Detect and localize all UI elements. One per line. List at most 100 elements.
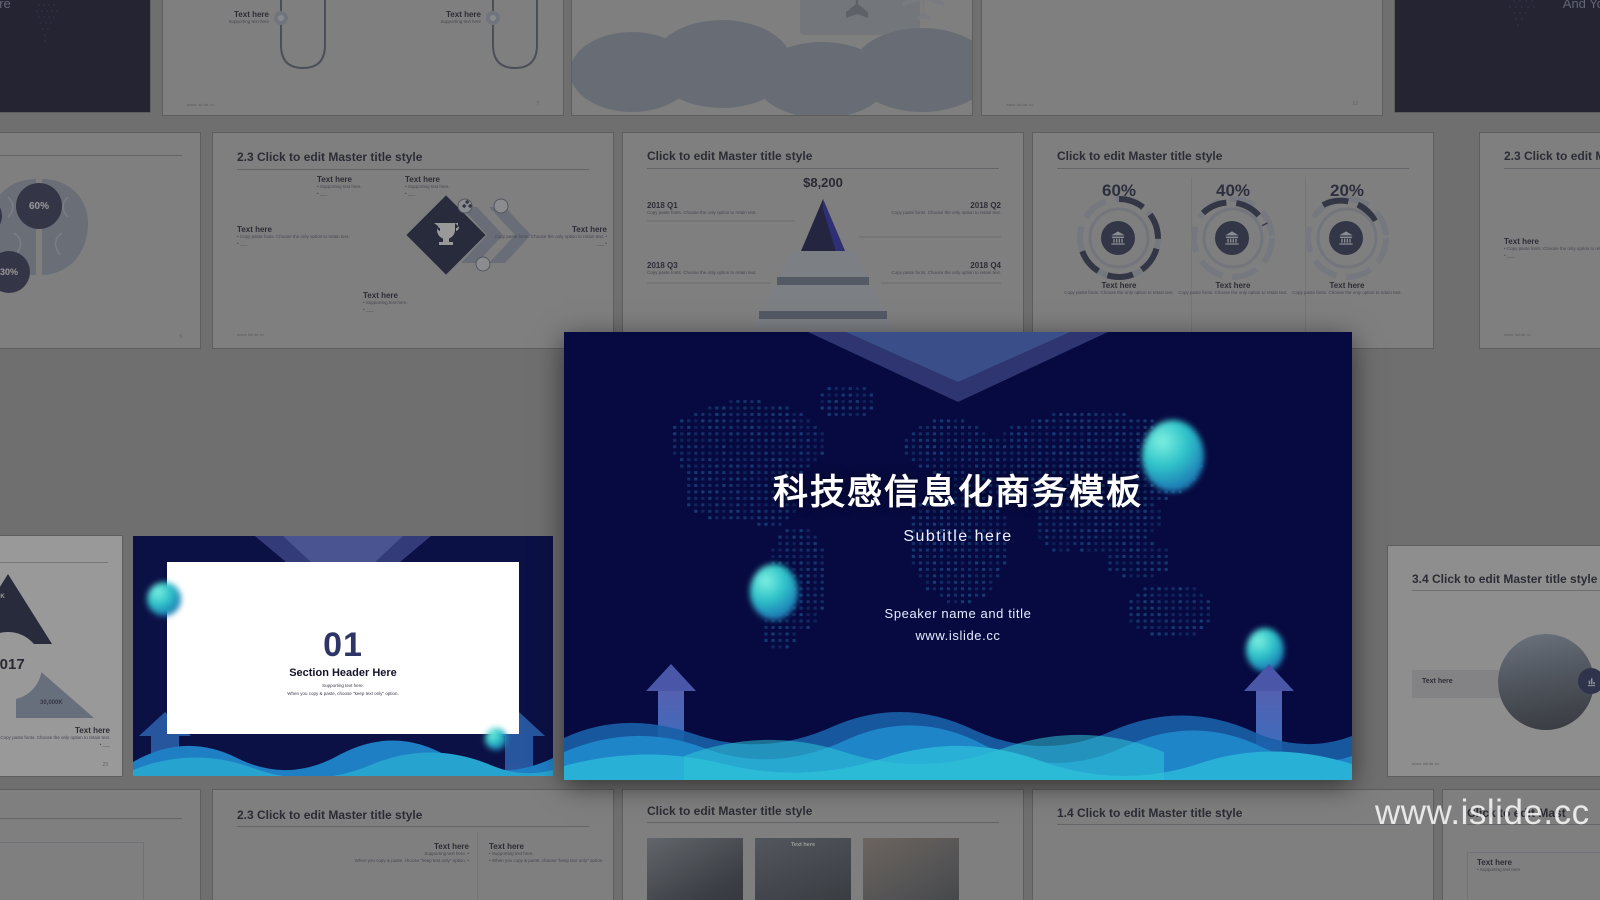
triangle-support: Copy paste fonts. Choose the only option… [0,735,110,742]
quad-support-dash: • ___ [405,191,501,198]
thumbnail-triangle-2017[interactable]: 60,000K 2017 30,000K Text here Copy past… [0,536,122,776]
decor-orb [485,728,507,750]
brain-percent-bubble: 60% [16,183,62,229]
bottom-right-support: • Supporting text here [1477,867,1600,874]
thumbnail-process[interactable]: www.islide.cc 12 [982,0,1382,115]
thumbnail-bottom-photos[interactable]: Click to edit Master title style Text he… [623,790,1023,900]
triangle-label: Text here [0,726,110,735]
watermark: www.islide.cc [1375,793,1590,833]
quad-support: • Supporting text here. [363,300,473,307]
thumbnail-page-number: 7 [536,101,539,107]
col-bullet: When you copy & paste, choose "keep text… [323,858,469,865]
pyramid-quarter-label: 2018 Q3 [647,261,767,270]
slide-url: www.islide.cc [564,628,1352,643]
thumbnail-page-number: 12 [1352,101,1358,107]
thumbnail-brain[interactable]: 40% 60% 30% Text here 6 [0,133,200,348]
donut-label: Text here [1291,281,1403,290]
quad-support: • Supporting text here. [405,184,501,191]
block-support-dash: • ___ [1504,253,1600,260]
block-title: Text here [1504,237,1600,246]
donut-label: Text here [1063,281,1175,290]
bottom-left-label: Text here [0,848,84,857]
timeline-item-support: Supporting text here [393,19,481,26]
donut-support: Copy paste fonts. Choose the only option… [1063,290,1175,297]
thumbnail-page-number: 6 [179,334,182,340]
decor-orb [147,582,181,616]
col-bullet: Supporting text here. • [323,851,469,858]
triangle-right-value: 30,000K [40,700,63,706]
thumbnail-donuts[interactable]: Click to edit Master title style 60% 40%… [1033,133,1433,348]
thumbnail-bottom-people[interactable]: 1.4 Click to edit Master title style [1033,790,1433,900]
triangle-support-dash: • ___ [0,742,110,749]
thumbnail-diamond-arrow[interactable]: 2.3 Click to edit Master title style Tex… [213,133,613,348]
quad-title: Text here [405,175,501,184]
thumbnail-photo-circle[interactable]: 3.4 Click to edit Master title style Tex… [1388,546,1600,776]
thumbnail-top-dark-right[interactable]: And Yo [1395,0,1600,112]
quad-support-dash: ___ • [477,241,607,248]
bank-icon [1329,221,1363,255]
top-left-partial-text: ere [0,0,11,11]
section-support-2: When you copy & paste, choose "keep text… [167,691,519,696]
donut-value: 20% [1297,181,1397,201]
chevron-shape-inner [846,332,1070,382]
bank-icon [1215,221,1249,255]
col-title: Text here [323,842,469,851]
pyramid-quarter-support: Copy paste fonts. Choose the only option… [647,270,767,277]
quad-support: • Copy paste fonts. Choose the only opti… [237,234,367,241]
slide-title: 3.4 Click to edit Master title style [1412,572,1597,586]
timeline-item-title: Text here [393,10,481,19]
section-support-1: Supporting text here. [167,683,519,688]
thumbnail-footer: www.islide.cc [1412,761,1440,766]
quad-support-dash: • ___ [237,241,367,248]
timeline-item-support: Supporting text here [181,19,269,26]
slide-title: 2.3 Click to edit Master title style [237,808,422,822]
quad-title: Text here [237,225,367,234]
triangle-top-value: 60,000K [0,594,5,600]
thumbnail-bottom-23[interactable]: 2.3 Click to edit Master title style Tex… [213,790,613,900]
donut-support: Copy paste fonts. Choose the only option… [1177,290,1289,297]
quad-title: Text here [477,225,607,234]
slide-gallery-canvas: ere [0,0,1600,900]
bottom-right-label: Text here [1477,858,1600,867]
thumbnail-travel[interactable]: Text here • Supporting text here. • When… [572,0,972,115]
quad-title: Text here [317,175,413,184]
wave-graphic [564,660,1352,780]
thumbnail-footer: www.islide.cc [237,332,265,337]
pyramid-quarter-support: Copy paste fonts. Choose the only option… [876,210,1001,217]
thumbnail-right-edge-23[interactable]: 2.3 Click to edit M Text here • Copy pas… [1480,133,1600,348]
thumbnail-pyramid[interactable]: Click to edit Master title style $8,200 … [623,133,1023,348]
col-bullet: • When you copy & paste, choose "keep te… [489,858,613,865]
slide-speaker: Speaker name and title [564,606,1352,621]
main-slide-preview[interactable]: 科技感信息化商务模板 Subtitle here Speaker name an… [564,332,1352,780]
pyramid-quarter-support: Copy paste fonts. Choose the only option… [876,270,1001,277]
quad-support: Copy paste fonts. Choose the only option… [477,234,607,241]
pyramid-quarter-label: 2018 Q2 [876,201,1001,210]
pyramid-quarter-label: 2018 Q1 [647,201,767,210]
thumbnail-bottom-left-partial[interactable]: Text here • Supporting text here [0,790,200,900]
thumbnail-top-dark-left[interactable]: ere [0,0,150,112]
thumbnail-footer: www.islide.cc [187,102,215,107]
quad-support: • Supporting text here. [317,184,413,191]
quad-support-dash: • ___ [363,307,473,314]
donut-value: 60% [1069,181,1169,201]
thumbnail-footer: www.islide.cc [1504,332,1532,337]
pyramid-quarter-support: Copy paste fonts. Choose the only option… [647,210,767,217]
slide-title: 1.4 Click to edit Master title style [1057,806,1242,820]
donut-value: 40% [1183,181,1283,201]
triangle-center-year: 2017 [0,656,42,673]
chart-badge-icon [1578,668,1600,694]
pyramid-quarter-label: 2018 Q4 [876,261,1001,270]
quad-title: Text here [363,291,473,300]
bottom-left-support: • Supporting text here [0,857,84,864]
bank-icon [1101,221,1135,255]
slide-main-title: 科技感信息化商务模板 [564,464,1352,515]
col-title: Text here [489,842,613,851]
block-support: • Copy paste fonts. Choose the only opti… [1504,246,1600,253]
donut-label: Text here [1177,281,1289,290]
donut-support: Copy paste fonts. Choose the only option… [1291,290,1403,297]
thumbnail-section-header[interactable]: 01 Section Header Here Supporting text h… [133,536,553,776]
thumbnail-timeline[interactable]: Text here Supporting text here Text here… [163,0,563,115]
section-header-text: Section Header Here [167,667,519,679]
photo-circle-label: Text here [1422,678,1453,685]
quad-support-dash: • ___ [317,191,413,198]
